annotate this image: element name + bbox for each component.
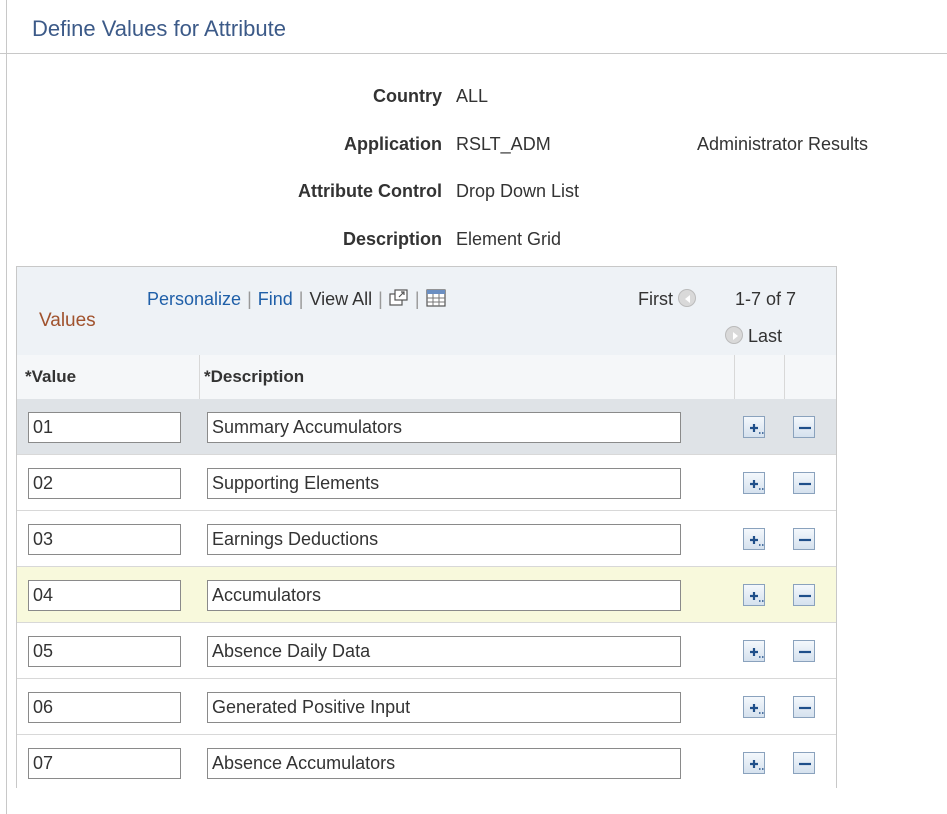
field-label: Country: [373, 86, 442, 106]
first-label[interactable]: First: [638, 289, 673, 309]
value-input[interactable]: [28, 524, 181, 555]
delete-row-icon[interactable]: [793, 528, 815, 550]
field-value: ALL: [456, 86, 489, 106]
title-bar: Define Values for Attribute: [0, 0, 947, 54]
add-row-icon[interactable]: [743, 472, 765, 494]
field-label: Description: [342, 229, 442, 249]
find-link[interactable]: Find: [258, 289, 293, 309]
table-row: [17, 511, 836, 567]
values-grid: Values Personalize | Find | View All | | First…: [16, 266, 837, 791]
table-row: [17, 735, 836, 791]
grid-title: Values: [39, 310, 96, 331]
view-all-link[interactable]: View All: [309, 289, 372, 309]
separator: |: [378, 289, 383, 309]
value-input[interactable]: [28, 580, 181, 611]
pager-count: 1-7 of 7: [735, 289, 797, 309]
delete-row-icon[interactable]: [793, 640, 815, 662]
add-row-icon[interactable]: [743, 640, 765, 662]
add-row-icon[interactable]: [743, 584, 765, 606]
value-input[interactable]: [28, 748, 181, 779]
column-header-value[interactable]: *Value: [25, 367, 76, 387]
delete-row-icon[interactable]: [793, 416, 815, 438]
description-input[interactable]: [207, 468, 681, 499]
description-input[interactable]: [207, 636, 681, 667]
value-input[interactable]: [28, 692, 181, 723]
description-input[interactable]: [207, 748, 681, 779]
value-input[interactable]: [28, 412, 181, 443]
field-value: Element Grid: [456, 229, 562, 249]
delete-row-icon[interactable]: [793, 472, 815, 494]
delete-row-icon[interactable]: [793, 696, 815, 718]
delete-row-icon[interactable]: [793, 752, 815, 774]
new-window-icon[interactable]: [389, 289, 409, 312]
description-input[interactable]: [207, 412, 681, 443]
description-input[interactable]: [207, 524, 681, 555]
description-input[interactable]: [207, 692, 681, 723]
grid-toolbar: Personalize | Find | View All | |: [147, 289, 446, 312]
column-header-description[interactable]: *Description: [204, 367, 304, 387]
field-country: Country ALL: [0, 86, 947, 112]
previous-arrow-icon[interactable]: [678, 289, 697, 307]
last-label[interactable]: Last: [748, 326, 782, 346]
field-value: RSLT_ADM: [456, 134, 551, 154]
field-description: Description Element Grid: [0, 229, 947, 255]
description-input[interactable]: [207, 580, 681, 611]
pager-last[interactable]: Last: [725, 326, 782, 347]
separator: |: [298, 289, 304, 309]
field-extra: Administrator Results: [697, 134, 869, 154]
personalize-link[interactable]: Personalize: [147, 289, 241, 309]
add-row-icon[interactable]: [743, 696, 765, 718]
add-row-icon[interactable]: [743, 528, 765, 550]
value-input[interactable]: [28, 468, 181, 499]
field-attribute-control: Attribute Control Drop Down List: [0, 181, 947, 207]
table-row: [17, 623, 836, 679]
page-title: Define Values for Attribute: [32, 16, 286, 41]
table-row: [17, 455, 836, 511]
table-row: [17, 399, 836, 455]
table-row: [17, 567, 836, 623]
separator: |: [247, 289, 252, 309]
field-value: Drop Down List: [456, 181, 580, 201]
spreadsheet-icon[interactable]: [425, 289, 446, 312]
field-label: Attribute Control: [298, 181, 442, 201]
table-row: [17, 679, 836, 735]
value-input[interactable]: [28, 636, 181, 667]
add-row-icon[interactable]: [743, 752, 765, 774]
next-arrow-icon[interactable]: [725, 326, 743, 344]
delete-row-icon[interactable]: [793, 584, 815, 606]
add-row-icon[interactable]: [743, 416, 765, 438]
separator: |: [414, 289, 420, 309]
grid-header: Values Personalize | Find | View All | | First…: [17, 267, 836, 356]
field-application: Application RSLT_ADM Administrator Resul…: [0, 134, 947, 160]
field-label: Application: [344, 134, 442, 154]
pager-first[interactable]: First: [638, 289, 697, 310]
column-header-row: *Value *Description: [17, 355, 836, 400]
